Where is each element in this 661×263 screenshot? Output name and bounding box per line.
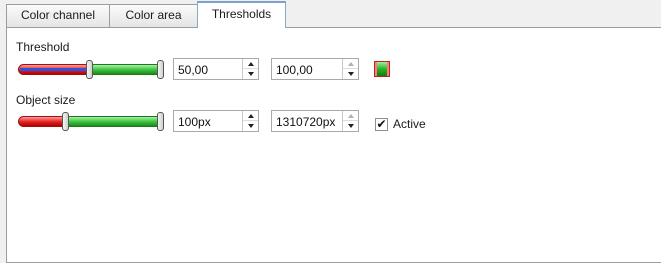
color-swatch[interactable] [374,61,390,77]
arrow-up-icon[interactable] [243,59,258,69]
object-size-max-spinbox[interactable]: 1310720px [271,110,359,132]
arrow-down-icon[interactable] [243,121,258,131]
tab-color-area[interactable]: Color area [109,4,198,27]
checkmark-icon: ✔ [376,117,387,131]
spin-buttons [242,59,258,79]
thresholds-panel: Threshold 50,00 100,00 Object size 100px [6,27,661,263]
tab-color-channel[interactable]: Color channel [6,4,110,27]
slider-range-green [90,64,164,75]
slider-low-handle[interactable] [62,112,69,131]
spin-buttons [242,111,258,131]
threshold-label: Threshold [16,40,70,54]
threshold-max-value[interactable]: 100,00 [276,63,313,77]
tab-thresholds[interactable]: Thresholds [197,1,286,28]
object-size-range-slider[interactable] [18,112,164,131]
object-size-label: Object size [16,93,76,107]
arrow-down-icon[interactable] [343,121,358,131]
slider-high-handle[interactable] [157,112,164,131]
threshold-range-slider[interactable] [18,60,164,79]
arrow-up-icon[interactable] [243,111,258,121]
object-size-min-value[interactable]: 100px [178,115,211,129]
threshold-max-spinbox[interactable]: 100,00 [271,58,359,80]
active-label: Active [393,117,426,131]
slider-range-green [66,116,164,127]
slider-high-handle[interactable] [157,60,164,79]
arrow-down-icon[interactable] [243,69,258,79]
spin-buttons [342,59,358,79]
slider-track-blue [20,68,88,71]
arrow-up-icon[interactable] [343,59,358,69]
checkbox-box[interactable]: ✔ [375,117,388,131]
threshold-min-value[interactable]: 50,00 [178,63,208,77]
spin-buttons [342,111,358,131]
threshold-min-spinbox[interactable]: 50,00 [173,58,259,80]
object-size-max-value[interactable]: 1310720px [276,115,340,129]
active-checkbox[interactable]: ✔ Active [375,117,426,131]
arrow-up-icon[interactable] [343,111,358,121]
object-size-min-spinbox[interactable]: 100px [173,110,259,132]
slider-low-handle[interactable] [86,60,93,79]
tab-bar: Color channel Color area Thresholds [0,0,661,28]
arrow-down-icon[interactable] [343,69,358,79]
